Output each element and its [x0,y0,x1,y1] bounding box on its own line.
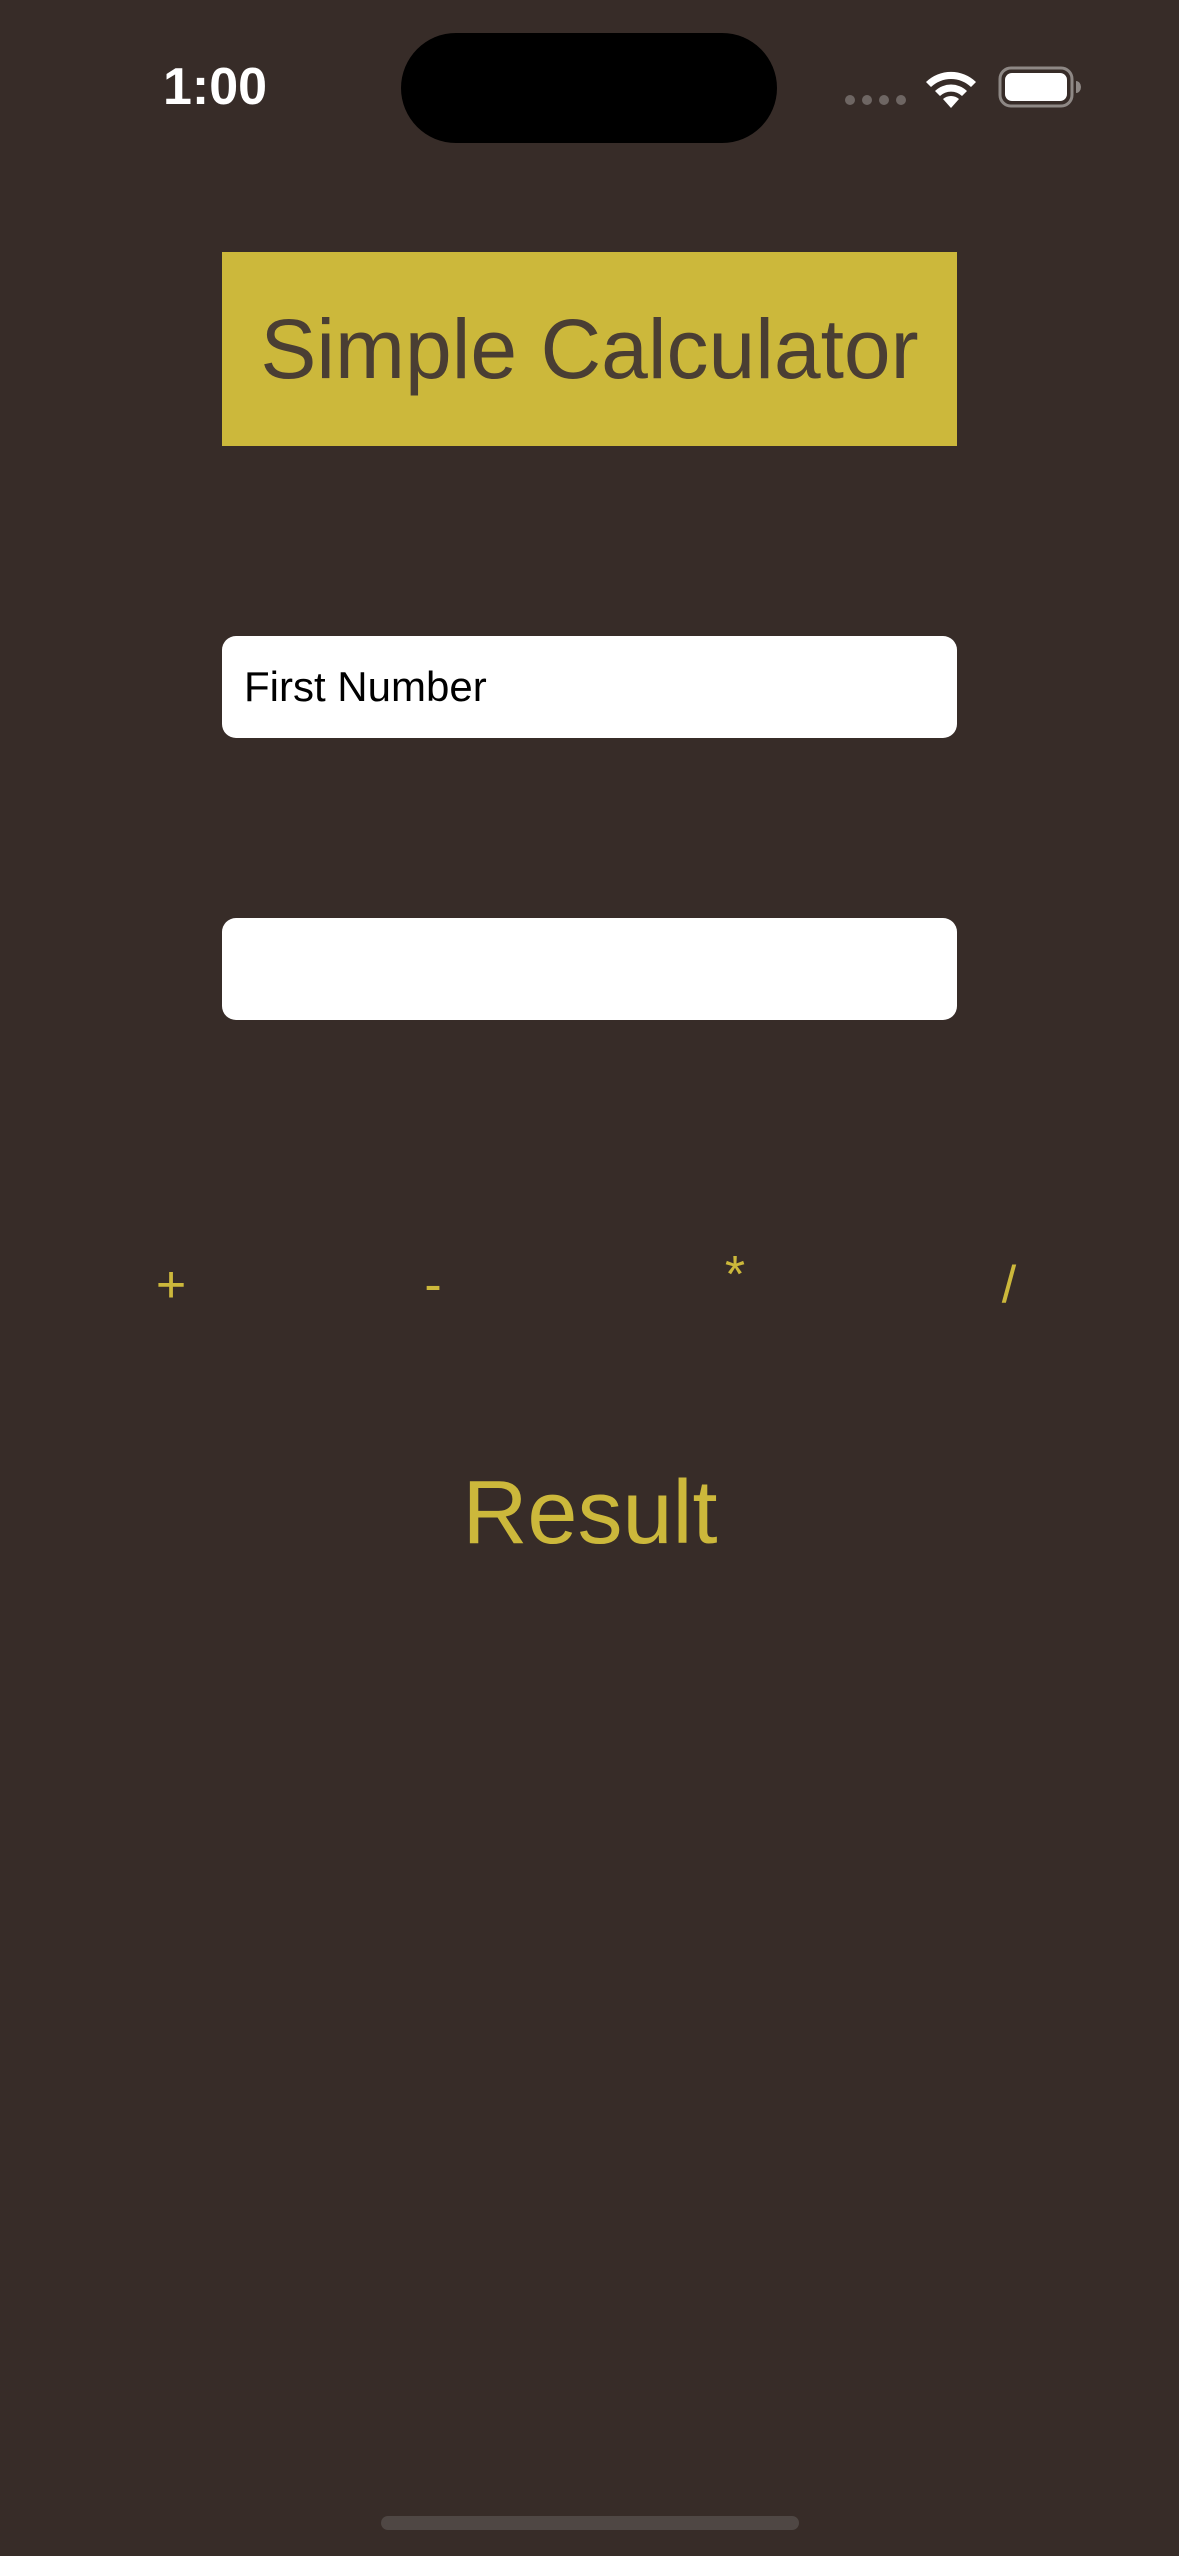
multiply-button[interactable]: * [690,1235,780,1315]
wifi-icon [926,71,976,108]
signal-dots-icon [845,95,906,105]
divide-button[interactable]: / [964,1245,1054,1325]
title-banner: Simple Calculator [222,252,957,446]
subtract-button[interactable]: - [388,1245,478,1325]
page-title: Simple Calculator [260,302,919,396]
add-button[interactable]: + [126,1245,216,1325]
status-time: 1:00 [162,58,268,116]
battery-icon [998,66,1081,108]
home-indicator[interactable] [381,2516,799,2530]
dynamic-island [401,33,777,143]
second-number-input[interactable] [222,918,957,1020]
first-number-input[interactable] [222,636,957,738]
result-label: Result [462,1463,718,1563]
